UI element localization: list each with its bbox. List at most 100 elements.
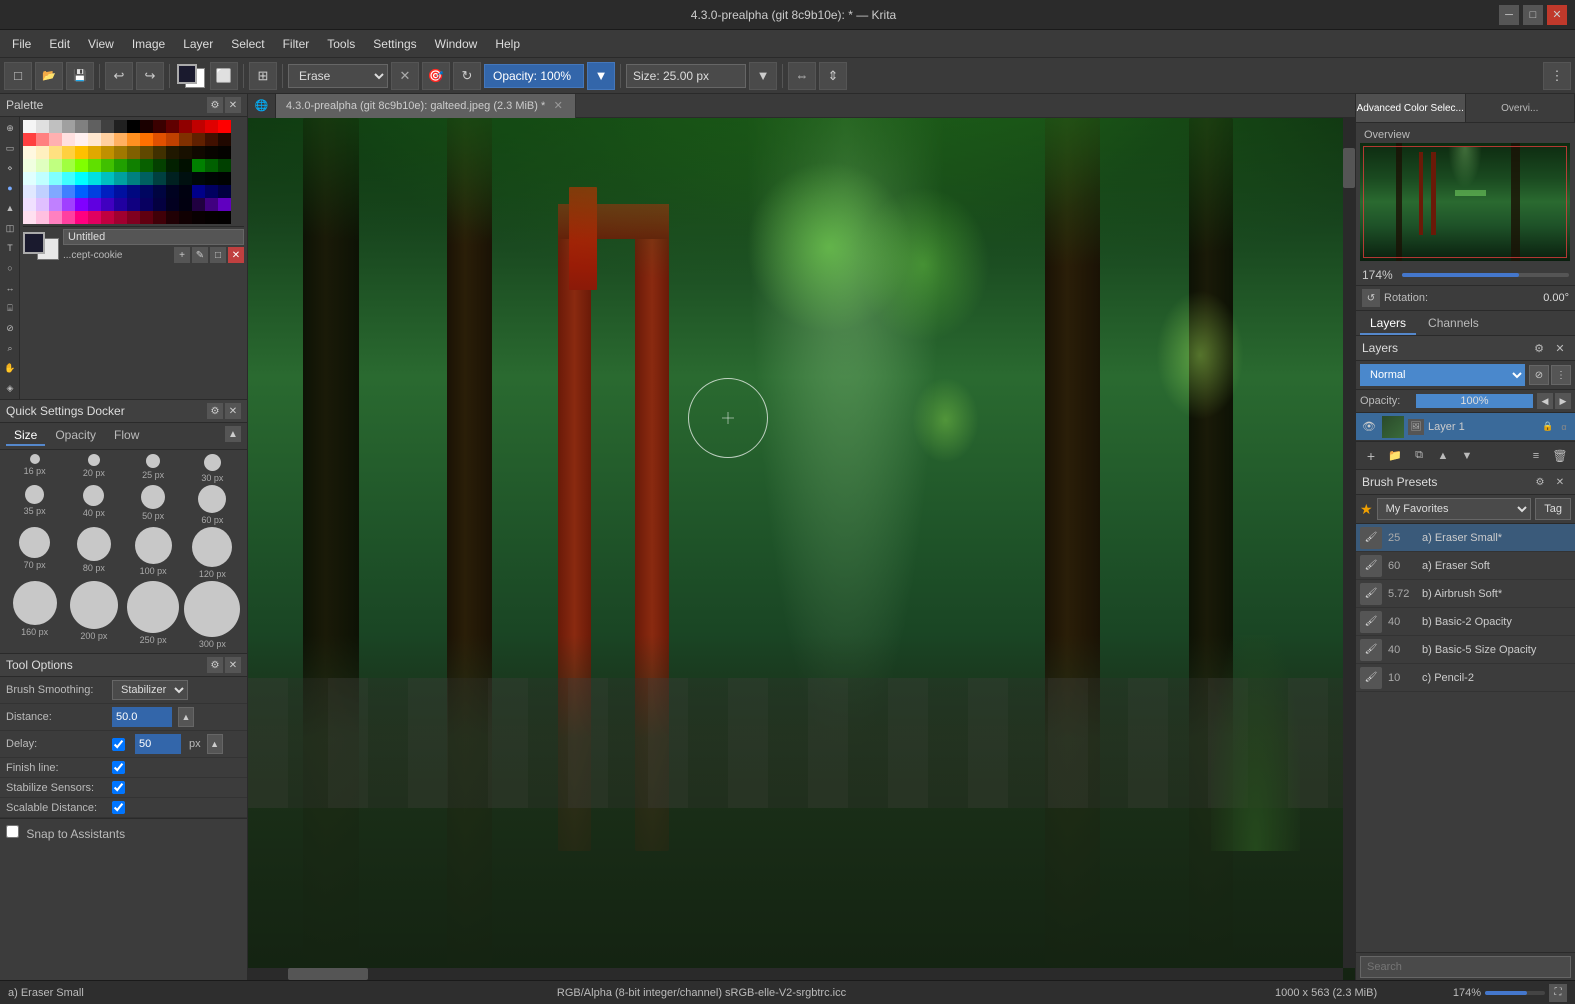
add-button[interactable]: + [174, 247, 190, 263]
brush-presets-config-button[interactable]: ⚙ [1531, 473, 1549, 491]
brush-size-item[interactable]: 40 px [65, 485, 122, 525]
palette-color-cell[interactable] [140, 172, 153, 185]
palette-color-cell[interactable] [140, 133, 153, 146]
open-button[interactable]: 📂 [35, 62, 63, 90]
layer-alpha-button[interactable]: α [1557, 420, 1571, 434]
palette-color-cell[interactable] [101, 198, 114, 211]
minimize-button[interactable]: ─ [1499, 5, 1519, 25]
tool-brush[interactable]: ● [1, 179, 19, 197]
brush-preset-button[interactable]: ⬜ [210, 62, 238, 90]
palette-color-cell[interactable] [23, 185, 36, 198]
palette-color-cell[interactable] [75, 172, 88, 185]
search-input[interactable] [1360, 956, 1571, 978]
palette-color-cell[interactable] [127, 146, 140, 159]
palette-color-cell[interactable] [75, 211, 88, 224]
tool-options-config-button[interactable]: ⚙ [207, 657, 223, 673]
palette-color-cell[interactable] [75, 120, 88, 133]
palette-color-cell[interactable] [153, 120, 166, 133]
fg-bg-color-indicator[interactable] [175, 62, 207, 90]
layer-visibility-button[interactable]: 👁 [1360, 418, 1378, 436]
size-input[interactable] [626, 64, 746, 88]
palette-color-cell[interactable] [153, 172, 166, 185]
tool-select-rect[interactable]: ▭ [1, 139, 19, 157]
tool-measure[interactable]: ↔ [1, 279, 19, 297]
tab-overview[interactable]: Overvi... [1466, 94, 1575, 122]
palette-color-cell[interactable] [49, 172, 62, 185]
snap-button[interactable]: 🎯 [422, 62, 450, 90]
tag-select[interactable]: My Favorites [1377, 498, 1532, 520]
palette-color-cell[interactable] [23, 146, 36, 159]
tool-options-close-button[interactable]: ✕ [225, 657, 241, 673]
palette-color-cell[interactable] [49, 211, 62, 224]
palette-color-cell[interactable] [205, 172, 218, 185]
palette-color-cell[interactable] [75, 146, 88, 159]
add-layer-button[interactable]: + [1360, 445, 1382, 467]
palette-color-cell[interactable] [49, 159, 62, 172]
brush-size-item[interactable]: 16 px [6, 454, 63, 483]
reload-button[interactable]: ↻ [453, 62, 481, 90]
palette-color-cell[interactable] [101, 211, 114, 224]
overview-thumbnail[interactable] [1360, 143, 1570, 261]
brush-size-item[interactable]: 35 px [6, 485, 63, 525]
menu-view[interactable]: View [80, 34, 122, 54]
palette-color-cell[interactable] [62, 172, 75, 185]
tool-eyedropper[interactable]: ⊘ [1, 319, 19, 337]
menu-edit[interactable]: Edit [41, 34, 78, 54]
palette-color-cell[interactable] [114, 159, 127, 172]
palette-color-cell[interactable] [140, 198, 153, 211]
palette-color-cell[interactable] [36, 185, 49, 198]
palette-color-cell[interactable] [36, 198, 49, 211]
brush-size-item[interactable]: 200 px [65, 581, 122, 649]
palette-color-cell[interactable] [49, 146, 62, 159]
distance-input[interactable] [112, 707, 172, 727]
layer-row-1[interactable]: 👁 🖼 Layer 1 🔒 α [1356, 413, 1575, 441]
palette-color-cell[interactable] [127, 120, 140, 133]
remove-button[interactable]: ✕ [228, 247, 244, 263]
palette-color-cell[interactable] [36, 211, 49, 224]
brush-size-item[interactable]: 50 px [125, 485, 182, 525]
palette-color-cell[interactable] [218, 172, 231, 185]
stabilize-sensors-checkbox[interactable] [112, 781, 125, 794]
palette-color-cell[interactable] [101, 185, 114, 198]
palette-color-cell[interactable] [75, 198, 88, 211]
palette-color-cell[interactable] [49, 120, 62, 133]
palette-color-cell[interactable] [114, 133, 127, 146]
palette-color-cell[interactable] [49, 198, 62, 211]
palette-color-cell[interactable] [140, 146, 153, 159]
palette-color-cell[interactable] [140, 211, 153, 224]
palette-color-cell[interactable] [62, 211, 75, 224]
brush-size-item[interactable]: 80 px [65, 527, 122, 579]
menu-select[interactable]: Select [223, 34, 272, 54]
palette-color-cell[interactable] [23, 133, 36, 146]
palette-color-cell[interactable] [218, 185, 231, 198]
tool-smart-patch[interactable]: ◈ [1, 379, 19, 397]
redo-button[interactable]: ↪ [136, 62, 164, 90]
palette-color-cell[interactable] [153, 185, 166, 198]
palette-color-cell[interactable] [114, 198, 127, 211]
palette-color-cell[interactable] [62, 133, 75, 146]
opacity-arrow-left[interactable]: ◀ [1537, 393, 1553, 409]
palette-color-cell[interactable] [49, 185, 62, 198]
brush-preset-row[interactable]: 🖌60a) Eraser Soft [1356, 552, 1575, 580]
palette-color-cell[interactable] [75, 185, 88, 198]
layers-close-button[interactable]: ✕ [1551, 339, 1569, 357]
blend-ctrl-filter[interactable]: ⊘ [1529, 365, 1549, 385]
palette-color-cell[interactable] [192, 120, 205, 133]
palette-color-cell[interactable] [218, 133, 231, 146]
palette-color-cell[interactable] [23, 211, 36, 224]
maximize-button[interactable]: □ [1523, 5, 1543, 25]
palette-menu-button[interactable]: □ [210, 247, 226, 263]
finish-line-checkbox[interactable] [112, 761, 125, 774]
delay-input[interactable] [135, 734, 181, 754]
palette-close-button[interactable]: ✕ [225, 97, 241, 113]
palette-color-cell[interactable] [205, 133, 218, 146]
palette-color-cell[interactable] [36, 133, 49, 146]
brush-size-item[interactable]: 250 px [125, 581, 182, 649]
opacity-arrow-right[interactable]: ▶ [1555, 393, 1571, 409]
palette-color-cell[interactable] [88, 159, 101, 172]
tool-text[interactable]: T [1, 239, 19, 257]
palette-color-cell[interactable] [205, 185, 218, 198]
palette-color-cell[interactable] [179, 172, 192, 185]
palette-color-cell[interactable] [88, 172, 101, 185]
brush-size-item[interactable]: 70 px [6, 527, 63, 579]
